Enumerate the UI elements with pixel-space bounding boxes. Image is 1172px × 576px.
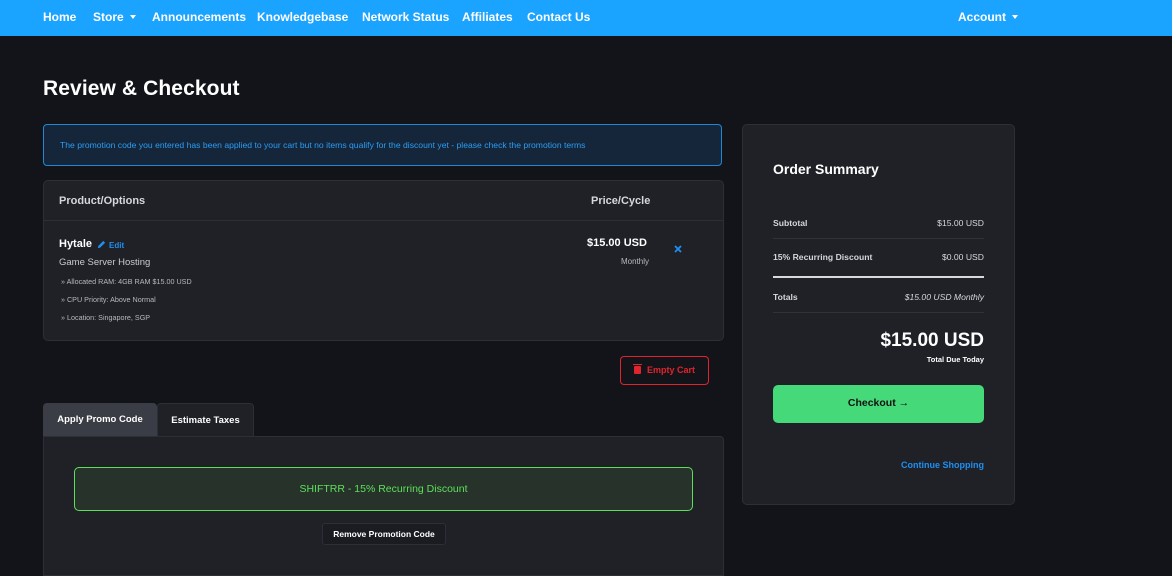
subtotal-value: $15.00 USD [937, 218, 984, 228]
nav-store[interactable]: Store [93, 0, 136, 36]
totals-value: $15.00 USD Monthly [904, 292, 984, 302]
discount-label: 15% Recurring Discount [773, 252, 873, 262]
product-group: Game Server Hosting [59, 257, 151, 268]
remove-item-button[interactable] [674, 240, 682, 258]
close-icon [674, 245, 682, 253]
nav-affiliates[interactable]: Affiliates [462, 0, 513, 36]
promo-info-alert: The promotion code you entered has been … [43, 124, 722, 166]
product-option-location: » Location: Singapore, SGP [61, 313, 151, 322]
trash-icon [632, 364, 642, 374]
nav-account-label: Account [958, 10, 1006, 24]
empty-cart-label: Empty Cart [646, 365, 695, 375]
summary-divider [773, 238, 984, 239]
order-summary-card [742, 124, 1015, 505]
top-navigation: Home Store Announcements Knowledgebase N… [0, 0, 1172, 36]
tab-apply-promo-code[interactable]: Apply Promo Code [43, 403, 157, 437]
nav-knowledgebase[interactable]: Knowledgebase [257, 0, 348, 36]
product-option-cpu: » CPU Priority: Above Normal [61, 295, 156, 304]
cart-table-header: Product/Options Price/Cycle [44, 181, 723, 221]
edit-label: Edit [109, 241, 125, 250]
product-cycle: Monthly [621, 257, 650, 266]
totals-label: Totals [773, 292, 798, 302]
tab-estimate-taxes[interactable]: Estimate Taxes [157, 403, 254, 437]
order-summary-title: Order Summary [773, 161, 879, 177]
page-title: Review & Checkout [43, 77, 240, 100]
product-name: Hytale [59, 238, 93, 250]
chevron-down-icon [129, 15, 136, 19]
arrow-right-icon: → [898, 397, 910, 409]
total-due-label: Total Due Today [926, 355, 984, 364]
nav-account[interactable]: Account [958, 0, 1018, 36]
header-product-options: Product/Options [59, 195, 146, 207]
cart-table: Product/Options Price/Cycle Hytale Edit … [43, 180, 724, 341]
nav-contact-us[interactable]: Contact Us [527, 0, 590, 36]
product-option-ram: » Allocated RAM: 4GB RAM $15.00 USD [61, 277, 192, 286]
product-price: $15.00 USD [587, 237, 647, 249]
chevron-down-icon [1012, 15, 1018, 19]
nav-store-label: Store [93, 10, 124, 24]
subtotal-label: Subtotal [773, 218, 808, 228]
summary-divider [773, 312, 984, 313]
discount-value: $0.00 USD [941, 252, 984, 262]
checkout-label: Checkout [847, 397, 896, 409]
nav-home[interactable]: Home [43, 0, 76, 36]
nav-announcements[interactable]: Announcements [152, 0, 246, 36]
remove-promo-button[interactable]: Remove Promotion Code [322, 523, 446, 545]
pencil-icon [97, 240, 106, 249]
header-price-cycle: Price/Cycle [591, 195, 651, 207]
applied-promo-code: SHIFTRR - 15% Recurring Discount [74, 467, 693, 511]
summary-divider-bold [773, 276, 984, 278]
checkout-button[interactable]: Checkout → [773, 385, 984, 423]
nav-network-status[interactable]: Network Status [362, 0, 449, 36]
total-due-amount: $15.00 USD [880, 330, 984, 351]
continue-shopping-link[interactable]: Continue Shopping [870, 460, 984, 470]
empty-cart-button[interactable]: Empty Cart [620, 356, 709, 385]
edit-product-link[interactable]: Edit [97, 240, 124, 250]
